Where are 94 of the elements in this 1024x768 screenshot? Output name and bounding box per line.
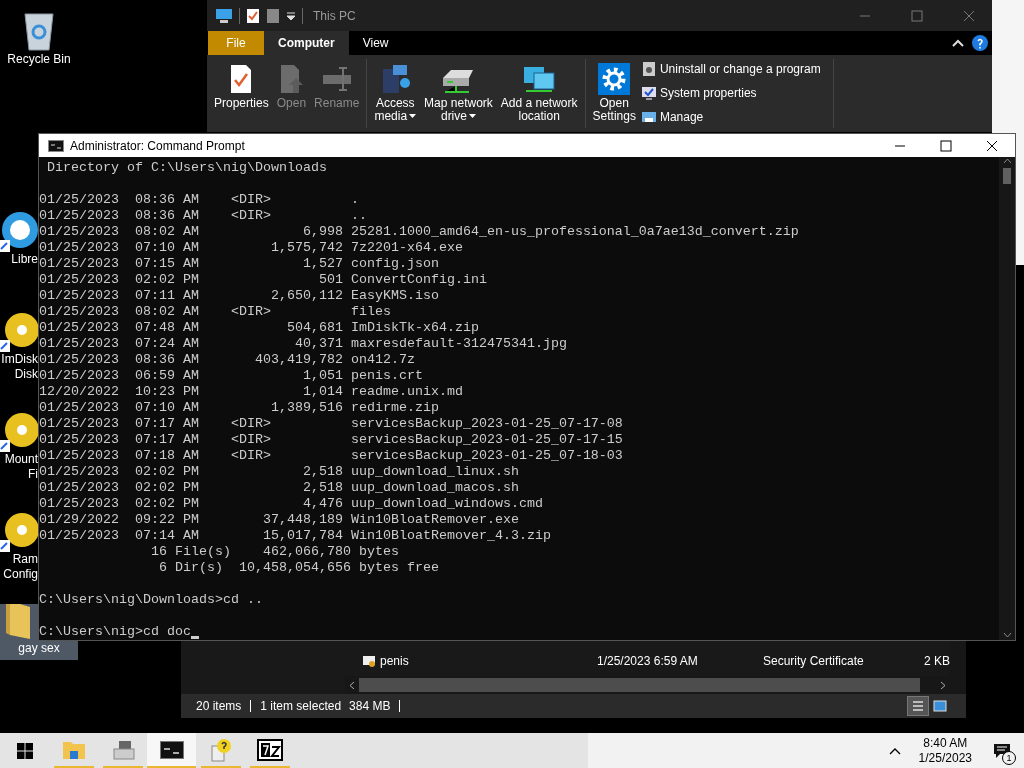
window-title: Administrator: Command Prompt: [70, 137, 245, 155]
desktop-icon-label: Mount: [4, 452, 38, 467]
computer-icon: [215, 7, 233, 24]
dropdown-caret-icon[interactable]: [286, 10, 296, 21]
window-title: This PC: [313, 7, 356, 25]
terminal-line: 01/25/2023 02:02 PM 2,518 uup_download_macos.sh: [39, 480, 519, 496]
terminal-line: 01/25/2023 02:02 PM 2,518 uup_download_linux.sh: [39, 464, 519, 480]
chevron-right-icon[interactable]: [940, 680, 946, 690]
terminal-line: 01/25/2023 07:18 AM <DIR> servicesBackup_2023-01-25_07-18-03: [39, 448, 623, 464]
notification-count: 1: [1002, 751, 1016, 765]
desktop-icon-label: ImDisk: [1, 352, 38, 367]
collapse-ribbon-icon[interactable]: [952, 38, 964, 48]
desktop-icon[interactable]: Recycle Bin: [0, 4, 78, 100]
printer-icon: [110, 738, 135, 761]
ribbon-button[interactable]: Access media: [371, 59, 420, 123]
terminal-line: 01/25/2023 07:10 AM 1,575,742 7z2201-x64.exe: [39, 240, 463, 256]
terminal-line: 01/25/2023 08:02 AM 6,998 25281.1000_amd64_en-us_professional_0a7ae13d_convert.zip: [39, 224, 799, 240]
terminal-line: 01/25/2023 07:15 AM 1,527 config.json: [39, 256, 439, 272]
terminal-line: 01/25/2023 07:11 AM 2,650,112 EasyKMS.iso: [39, 288, 439, 304]
ribbon-button[interactable]: Add a network location: [497, 59, 581, 123]
ribbon-button[interactable]: Open Settings: [589, 59, 639, 123]
file-row[interactable]: penis 1/25/2023 6:59 AM Security Certificate 2 KB: [345, 651, 950, 671]
seven-zip-logo-icon: [256, 738, 283, 761]
terminal-line: 01/25/2023 07:10 AM 1,389,516 redirme.zip: [39, 400, 439, 416]
ribbon-tab[interactable]: View: [348, 31, 403, 55]
desktop-icon[interactable]: Ram Config: [0, 504, 38, 600]
computer-management-icon: [640, 109, 657, 125]
folder-icon: [61, 739, 86, 760]
terminal-line: 01/25/2023 08:36 AM <DIR> ..: [39, 208, 367, 224]
terminal-line: C:\Users\nig\Downloads>cd ..: [39, 592, 263, 608]
terminal-line: 01/25/2023 06:59 AM 1,051 penis.crt: [39, 368, 423, 384]
desktop-icon-label: Libre: [11, 252, 38, 267]
ribbon-link[interactable]: Manage: [640, 108, 821, 126]
desktop-icon[interactable]: ImDisk Disk: [0, 304, 38, 400]
computer-check-icon: [640, 85, 657, 101]
certificate-icon: [362, 654, 376, 668]
windows-logo-icon: [16, 742, 33, 759]
terminal-line: 01/25/2023 07:24 AM 40,371 maxresdefault-312475341.jpg: [39, 336, 567, 352]
terminal-line: 01/25/2023 07:17 AM <DIR> servicesBackup_2023-01-25_07-17-08: [39, 416, 623, 432]
desktop-icon-label: Config: [3, 567, 38, 582]
preview-view-icon: [933, 700, 947, 712]
program-box-icon: [640, 61, 657, 77]
rename-field-icon: [320, 64, 353, 94]
view-toggle[interactable]: [907, 696, 929, 716]
terminal-line: 01/25/2023 08:36 AM <DIR> .: [39, 192, 359, 208]
ribbon-link[interactable]: System properties: [640, 84, 821, 102]
desktop-icon[interactable]: Libre: [0, 204, 38, 300]
ribbon-button[interactable]: Map network drive: [421, 59, 496, 123]
terminal-line: 01/25/2023 02:02 PM 501 ConvertConfig.ini: [39, 272, 487, 288]
terminal-icon: [48, 139, 64, 152]
chevron-down-icon[interactable]: [1002, 632, 1012, 638]
terminal-line: 01/25/2023 08:02 AM <DIR> files: [39, 304, 391, 320]
document-check-icon[interactable]: [246, 7, 260, 24]
desktop-icon[interactable]: [0, 604, 38, 641]
notifications-button[interactable]: 1: [980, 733, 1024, 768]
terminal-line: 01/29/2022 09:22 PM 37,448,189 Win10BloatRemover.exe: [39, 512, 519, 528]
maximize-icon[interactable]: [940, 139, 952, 152]
chevron-left-icon[interactable]: [349, 680, 355, 690]
desktop-icon-label: Disk: [14, 367, 38, 382]
clock[interactable]: 8:40 AM 1/25/2023: [910, 735, 980, 766]
taskbar-app[interactable]: [147, 733, 196, 768]
terminal-line: 01/25/2023 07:48 AM 504,681 ImDiskTk-x64.zip: [39, 320, 479, 336]
desktop-icon-label: Ram: [12, 552, 38, 567]
terminal-line: 01/25/2023 07:14 AM 15,017,784 Win10BloatRemover_4.3.zip: [39, 528, 551, 544]
terminal-line: 12/20/2022 10:23 PM 1,014 readme.unix.md: [39, 384, 463, 400]
document-arrow-icon: [278, 64, 305, 94]
ribbon-tab[interactable]: Computer: [264, 31, 349, 55]
terminal-line: 6 Dir(s) 10,458,054,656 bytes free: [157, 560, 439, 576]
details-view-icon: [912, 700, 924, 712]
document-icon[interactable]: [266, 7, 280, 24]
chevron-up-icon[interactable]: [888, 746, 901, 755]
terminal-line: 01/25/2023 08:36 AM 403,419,782 on412.7z: [39, 352, 415, 368]
desktop-icon-label: Recycle Bin: [7, 52, 71, 67]
desktop-icon-label: gay sex: [18, 641, 60, 656]
status-text: 384 MB: [349, 698, 391, 715]
close-icon[interactable]: [986, 139, 998, 152]
desktop-icon[interactable]: Mount Fi: [0, 404, 38, 500]
help-icon[interactable]: [972, 35, 988, 51]
desktop-icon-label: Fi: [28, 467, 38, 482]
terminal-icon: [159, 740, 184, 759]
terminal-line: C:\Users\nig>cd doc: [39, 624, 191, 640]
scrollbar-thumb[interactable]: [1003, 168, 1011, 184]
terminal-line: 16 File(s) 462,066,780 bytes: [149, 544, 399, 560]
vertical-scrollbar[interactable]: [999, 157, 1015, 640]
status-text: 20 items: [196, 698, 242, 715]
ribbon-link[interactable]: Uninstall or change a program: [640, 60, 821, 78]
terminal-line: Directory of C:\Users\nig\Downloads: [46, 160, 327, 176]
terminal-line: 01/25/2023 07:17 AM <DIR> servicesBackup_2023-01-25_07-17-15: [39, 432, 623, 448]
settings-gear-icon: [598, 63, 631, 95]
scrollbar-thumb[interactable]: [359, 678, 920, 692]
ribbon-button[interactable]: Properties: [211, 59, 272, 110]
terminal-line: 01/25/2023 02:02 PM 4,476 uup_download_windows.cmd: [39, 496, 543, 512]
status-text: 1 item selected: [260, 698, 342, 715]
document-question-icon: [209, 737, 232, 762]
